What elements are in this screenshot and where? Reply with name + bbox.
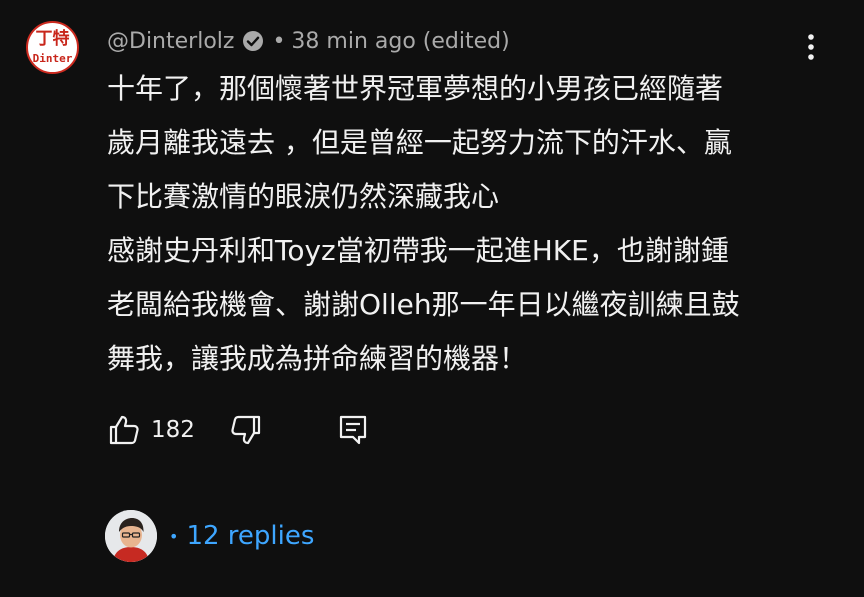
person-avatar-icon	[105, 510, 157, 562]
avatar-logo-subtext: Dinter	[32, 52, 73, 65]
like-button[interactable]	[107, 413, 141, 447]
comment-text-line: 十年了，那個懷著世界冠軍夢想的小男孩已經隨著	[107, 72, 724, 105]
thumbs-up-icon	[109, 415, 139, 445]
replies-bullet: •	[169, 526, 179, 546]
comment-body: 十年了，那個懷著世界冠軍夢想的小男孩已經隨著 歲月離我遠去 ，但是曾經一起努力流…	[107, 62, 827, 386]
comment-text-line: 歲月離我遠去 ，但是曾經一起努力流下的汗水、贏	[107, 126, 732, 159]
comment-text-line: 感謝史丹利和Toyz當初帶我一起進HKE，也謝謝鍾	[107, 234, 729, 267]
verified-check-icon	[242, 30, 264, 52]
more-vertical-icon	[808, 34, 814, 60]
comment-text-line: 下比賽激情的眼淚仍然深藏我心	[107, 180, 500, 213]
comment-header: @Dinterlolz • 38 min ago (edited)	[107, 25, 510, 57]
comment-text-line: 舞我，讓我成為拼命練習的機器！	[107, 342, 528, 375]
avatar-logo-text: 丁特	[35, 29, 70, 49]
like-count: 182	[151, 417, 195, 443]
view-replies-button[interactable]: • 12 replies	[169, 521, 314, 551]
author-handle[interactable]: @Dinterlolz	[107, 29, 234, 54]
replies-section: • 12 replies	[105, 510, 314, 562]
meta-separator: •	[272, 28, 286, 54]
reply-button[interactable]	[337, 413, 369, 447]
more-options-button[interactable]	[796, 28, 826, 66]
replies-count-label: 12 replies	[186, 521, 315, 551]
reply-comment-icon	[339, 415, 367, 445]
thumbs-down-icon	[231, 415, 261, 445]
reply-author-avatar	[105, 510, 157, 562]
author-avatar[interactable]: 丁特 Dinter	[26, 21, 79, 74]
comment-thread: 丁特 Dinter @Dinterlolz • 38 min ago (edit…	[0, 0, 864, 597]
dislike-button[interactable]	[229, 413, 263, 447]
comment-text-line: 老闆給我機會、謝謝Olleh那一年日以繼夜訓練且鼓	[107, 288, 740, 321]
comment-actions: 182	[107, 410, 369, 450]
comment-timestamp[interactable]: 38 min ago (edited)	[291, 29, 509, 54]
